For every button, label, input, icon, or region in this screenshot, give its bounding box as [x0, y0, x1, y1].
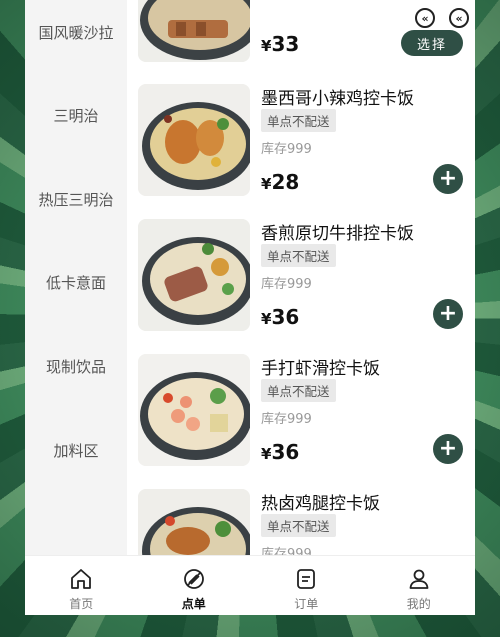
app-screen: « « 国风暖沙拉 三明治 热压三明治 低卡意面 现制饮品 加料区 ¥33 选择…	[25, 0, 475, 615]
delivery-badge: 单点不配送	[261, 109, 336, 132]
tab-label: 点单	[181, 597, 206, 611]
stock-text: 库存999	[261, 277, 312, 292]
category-item[interactable]: 现制饮品	[25, 356, 127, 377]
category-item[interactable]: 加料区	[25, 440, 127, 461]
category-sidebar: 国风暖沙拉 三明治 热压三明治 低卡意面 现制饮品 加料区	[25, 0, 127, 555]
order-food-icon	[183, 569, 204, 589]
orders-icon	[297, 569, 316, 589]
category-item[interactable]: 热压三明治	[25, 189, 127, 210]
delivery-badge: 单点不配送	[261, 244, 336, 267]
stock-text: 库存999	[261, 412, 312, 427]
profile-icon	[409, 569, 429, 589]
tab-label: 订单	[294, 597, 319, 611]
product-price: ¥33	[261, 32, 300, 56]
home-icon	[71, 569, 92, 589]
tab-label: 首页	[69, 597, 94, 611]
category-item[interactable]: 低卡意面	[25, 272, 127, 293]
delivery-badge: 单点不配送	[261, 514, 336, 537]
product-name: 手打虾滑控卡饭	[261, 359, 380, 379]
product-price: ¥36	[261, 305, 300, 329]
category-item[interactable]: 三明治	[25, 105, 127, 126]
product-name: 热卤鸡腿控卡饭	[261, 494, 380, 514]
stock-text: 库存999	[261, 547, 312, 555]
tab-label: 我的	[406, 597, 431, 611]
product-price: ¥28	[261, 170, 300, 194]
add-to-cart-button[interactable]: +	[433, 164, 463, 194]
add-to-cart-button[interactable]: +	[433, 434, 463, 464]
product-image	[138, 219, 250, 331]
product-image	[138, 489, 250, 555]
window-controls: « «	[415, 8, 469, 28]
tab-profile[interactable]: 我的	[363, 556, 476, 615]
product-image	[138, 0, 250, 62]
category-item[interactable]: 国风暖沙拉	[25, 22, 127, 43]
tab-order-food[interactable]: 点单	[138, 556, 251, 615]
select-spec-button[interactable]: 选择	[401, 30, 463, 56]
delivery-badge: 单点不配送	[261, 379, 336, 402]
product-price: ¥36	[261, 440, 300, 464]
bottom-tab-bar: 首页 点单 订单 我的	[25, 555, 475, 615]
product-list: ¥33 选择 墨西哥小辣鸡控卡饭 单点不配送 库存999 ¥28 + 香煎原切牛…	[127, 0, 475, 555]
stock-text: 库存999	[261, 142, 312, 157]
tab-home[interactable]: 首页	[25, 556, 138, 615]
add-to-cart-button[interactable]: +	[433, 299, 463, 329]
product-name: 香煎原切牛排控卡饭	[261, 224, 414, 244]
product-name: 墨西哥小辣鸡控卡饭	[261, 89, 414, 109]
product-image	[138, 84, 250, 196]
tab-orders[interactable]: 订单	[250, 556, 363, 615]
back-icon[interactable]: «	[415, 8, 435, 28]
back-icon-2[interactable]: «	[449, 8, 469, 28]
product-image	[138, 354, 250, 466]
